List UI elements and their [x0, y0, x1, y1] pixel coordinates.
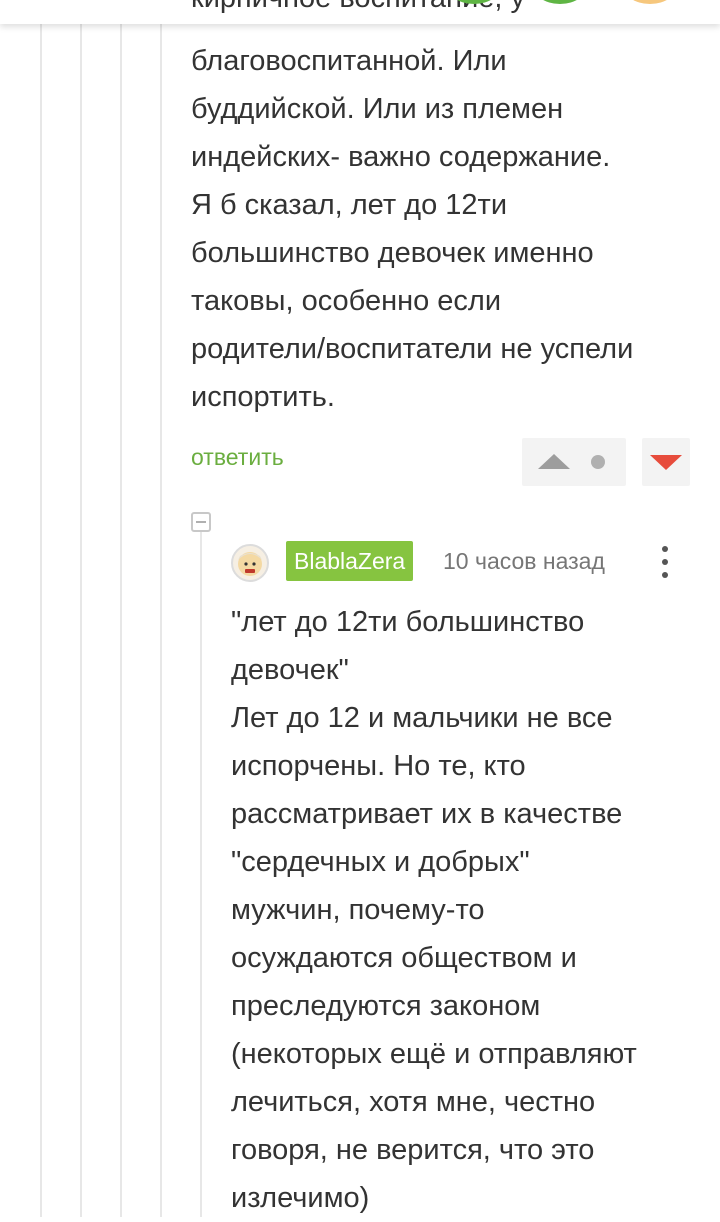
avatar[interactable]: [231, 544, 269, 582]
sticky-header: кирпичное воспитание, у: [0, 0, 720, 24]
downvote-icon: [650, 455, 682, 470]
thread-line: [160, 0, 162, 1217]
rating-box: [522, 438, 626, 486]
header-orange-circle: [622, 0, 678, 4]
downvote-button[interactable]: [642, 438, 690, 486]
thread-line: [200, 532, 202, 1217]
username-badge[interactable]: BlablaZera: [286, 541, 414, 581]
more-options-icon[interactable]: [651, 543, 679, 581]
reply-comment-text: "лет до 12ти большинство девочек" Лет до…: [231, 606, 637, 1214]
parent-comment-text: благовоспитанной. Или буддийской. Или из…: [191, 45, 634, 413]
header-green-circle: [532, 0, 588, 4]
thread-line: [80, 0, 82, 1217]
upvote-icon[interactable]: [538, 454, 570, 469]
rating-dot-icon: [591, 455, 605, 469]
collapse-thread-button[interactable]: [191, 512, 211, 532]
comment-timestamp: 10 часов назад: [443, 548, 605, 574]
avatar-face-icon: [238, 552, 262, 576]
thread-line: [40, 0, 42, 1217]
thread-line: [120, 0, 122, 1217]
reply-link[interactable]: ответить: [191, 444, 284, 471]
